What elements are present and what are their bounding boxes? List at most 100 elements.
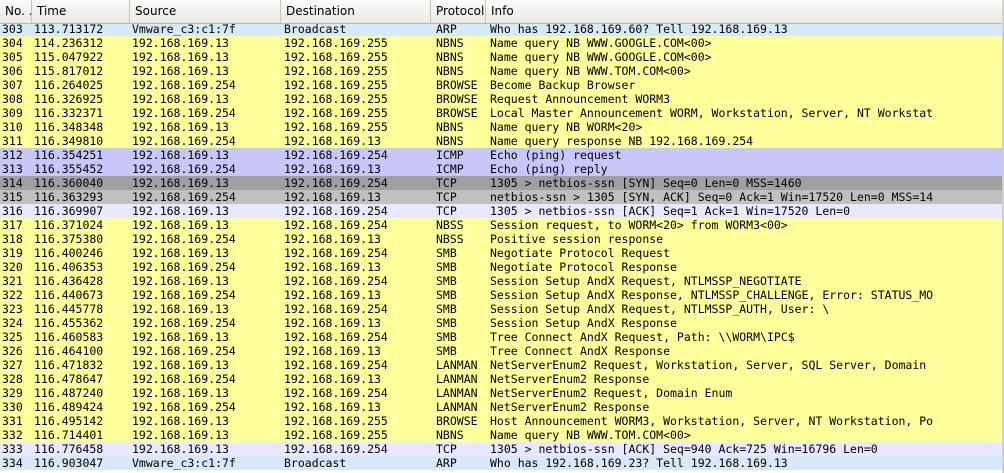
packet-row[interactable]: 322 116.440673 192.168.169.254 192.168.169.…	[0, 288, 1004, 302]
packet-destination: 192.168.169.13	[284, 400, 381, 414]
packet-row[interactable]: 320 116.406353 192.168.169.254 192.168.169.…	[0, 260, 1004, 274]
packet-protocol: TCP	[436, 176, 457, 190]
packet-row[interactable]: 326 116.464100 192.168.169.254 192.168.169.…	[0, 344, 1004, 358]
column-header-destination[interactable]: Destination	[281, 0, 431, 23]
packet-row[interactable]: 306 115.817012 192.168.169.13 192.168.169.2…	[0, 64, 1004, 78]
packet-row[interactable]: 311 116.349810 192.168.169.254 192.168.169.…	[0, 134, 1004, 148]
column-header-source[interactable]: Source	[130, 0, 281, 23]
packet-row[interactable]: 334 116.903047 Vmware_c3:c1:7f Broadcast ARP…	[0, 456, 1004, 470]
packet-row[interactable]: 321 116.436428 192.168.169.13 192.168.169.2…	[0, 274, 1004, 288]
column-header-no[interactable]: No. .	[0, 0, 32, 23]
packet-no: 331	[2, 414, 23, 428]
packet-source: 192.168.169.13	[132, 36, 229, 50]
packet-source: 192.168.169.13	[132, 120, 229, 134]
packet-info: Name query NB WWW.GOOGLE.COM<00>	[490, 36, 712, 50]
packet-info: Name query NB WORM<20>	[490, 120, 643, 134]
packet-no: 319	[2, 246, 23, 260]
packet-row[interactable]: 316 116.369907 192.168.169.13 192.168.169.2…	[0, 204, 1004, 218]
packet-protocol: NBNS	[436, 36, 464, 50]
packet-row[interactable]: 323 116.445778 192.168.169.13 192.168.169.2…	[0, 302, 1004, 316]
packet-row[interactable]: 324 116.455362 192.168.169.254 192.168.169.…	[0, 316, 1004, 330]
packet-protocol: SMB	[436, 344, 457, 358]
packet-info: NetServerEnum2 Request, Workstation, Ser…	[490, 358, 927, 372]
packet-protocol: BROWSE	[436, 92, 478, 106]
packet-row[interactable]: 331 116.495142 192.168.169.13 192.168.169.2…	[0, 414, 1004, 428]
packet-time: 115.047922	[34, 50, 104, 64]
packet-info: Tree Connect AndX Request, Path: \\WORM\…	[490, 330, 795, 344]
packet-source: 192.168.169.254	[132, 162, 236, 176]
packet-destination: 192.168.169.254	[284, 330, 388, 344]
packet-time: 116.464100	[34, 344, 104, 358]
packet-protocol: LANMAN	[436, 372, 478, 386]
packet-row[interactable]: 309 116.332371 192.168.169.254 192.168.169.…	[0, 106, 1004, 120]
packet-time: 116.478647	[34, 372, 104, 386]
packet-row[interactable]: 317 116.371024 192.168.169.13 192.168.169.2…	[0, 218, 1004, 232]
packet-protocol: BROWSE	[436, 414, 478, 428]
packet-row[interactable]: 310 116.348348 192.168.169.13 192.168.169.2…	[0, 120, 1004, 134]
packet-row[interactable]: 330 116.489424 192.168.169.254 192.168.169.…	[0, 400, 1004, 414]
packet-row[interactable]: 328 116.478647 192.168.169.254 192.168.169.…	[0, 372, 1004, 386]
packet-source: 192.168.169.254	[132, 288, 236, 302]
packet-row[interactable]: 312 116.354251 192.168.169.13 192.168.169.2…	[0, 148, 1004, 162]
packet-no: 316	[2, 204, 23, 218]
packet-no: 304	[2, 36, 23, 50]
packet-protocol: BROWSE	[436, 106, 478, 120]
packet-row[interactable]: 329 116.487240 192.168.169.13 192.168.169.2…	[0, 386, 1004, 400]
packet-row[interactable]: 305 115.047922 192.168.169.13 192.168.169.2…	[0, 50, 1004, 64]
packet-no: 309	[2, 106, 23, 120]
packet-info: Name query NB WWW.TOM.COM<00>	[490, 64, 691, 78]
packet-destination: 192.168.169.254	[284, 442, 388, 456]
packet-row[interactable]: 319 116.400246 192.168.169.13 192.168.169.2…	[0, 246, 1004, 260]
packet-row[interactable]: 307 116.264025 192.168.169.254 192.168.169.…	[0, 78, 1004, 92]
packet-info: netbios-ssn > 1305 [SYN, ACK] Seq=0 Ack=…	[490, 190, 934, 204]
packet-info: Become Backup Browser	[490, 78, 636, 92]
packet-destination: 192.168.169.13	[284, 190, 381, 204]
packet-protocol: SMB	[436, 288, 457, 302]
packet-time: 116.436428	[34, 274, 104, 288]
packet-info: Session Setup AndX Request, NTLMSSP_AUTH…	[490, 302, 830, 316]
packet-row[interactable]: 332 116.714401 192.168.169.13 192.168.169.2…	[0, 428, 1004, 442]
packet-source: 192.168.169.13	[132, 386, 229, 400]
packet-protocol: SMB	[436, 274, 457, 288]
packet-no: 325	[2, 330, 23, 344]
packet-row[interactable]: 308 116.326925 192.168.169.13 192.168.169.2…	[0, 92, 1004, 106]
packet-list[interactable]: 303 113.713172 Vmware_c3:c1:7f Broadcast ARP…	[0, 0, 1004, 473]
packet-time: 116.363293	[34, 190, 104, 204]
column-header-time[interactable]: Time	[32, 0, 130, 23]
packet-destination: 192.168.169.255	[284, 428, 388, 442]
packet-row[interactable]: 318 116.375380 192.168.169.254 192.168.169.…	[0, 232, 1004, 246]
packet-info: Tree Connect AndX Response	[490, 344, 671, 358]
packet-protocol: NBNS	[436, 50, 464, 64]
packet-protocol: NBSS	[436, 232, 464, 246]
packet-protocol: TCP	[436, 190, 457, 204]
packet-no: 328	[2, 372, 23, 386]
packet-destination: 192.168.169.255	[284, 106, 388, 120]
packet-destination: 192.168.169.254	[284, 246, 388, 260]
packet-row[interactable]: 315 116.363293 192.168.169.254 192.168.169.…	[0, 190, 1004, 204]
packet-no: 314	[2, 176, 23, 190]
packet-source: 192.168.169.254	[132, 232, 236, 246]
packet-row[interactable]: 333 116.776458 192.168.169.13 192.168.169.2…	[0, 442, 1004, 456]
packet-destination: 192.168.169.13	[284, 372, 381, 386]
packet-time: 116.471832	[34, 358, 104, 372]
packet-source: 192.168.169.13	[132, 92, 229, 106]
packet-no: 318	[2, 232, 23, 246]
packet-destination: 192.168.169.255	[284, 78, 388, 92]
packet-protocol: ICMP	[436, 148, 464, 162]
packet-info: Negotiate Protocol Response	[490, 260, 677, 274]
packet-row[interactable]: 304 114.236312 192.168.169.13 192.168.169.2…	[0, 36, 1004, 50]
packet-row[interactable]: 327 116.471832 192.168.169.13 192.168.169.2…	[0, 358, 1004, 372]
packet-row[interactable]: 325 116.460583 192.168.169.13 192.168.169.2…	[0, 330, 1004, 344]
packet-source: 192.168.169.13	[132, 428, 229, 442]
packet-row[interactable]: 313 116.355452 192.168.169.254 192.168.169.…	[0, 162, 1004, 176]
packet-no: 332	[2, 428, 23, 442]
packet-protocol: LANMAN	[436, 400, 478, 414]
packet-no: 310	[2, 120, 23, 134]
column-header-protocol[interactable]: Protocol	[431, 0, 486, 23]
packet-time: 116.495142	[34, 414, 104, 428]
column-header-info[interactable]: Info	[486, 0, 1004, 23]
packet-source: 192.168.169.254	[132, 260, 236, 274]
packet-row[interactable]: 314 116.360040 192.168.169.13 192.168.169.2…	[0, 176, 1004, 190]
packet-row[interactable]: 303 113.713172 Vmware_c3:c1:7f Broadcast ARP…	[0, 22, 1004, 36]
packet-time: 116.360040	[34, 176, 104, 190]
